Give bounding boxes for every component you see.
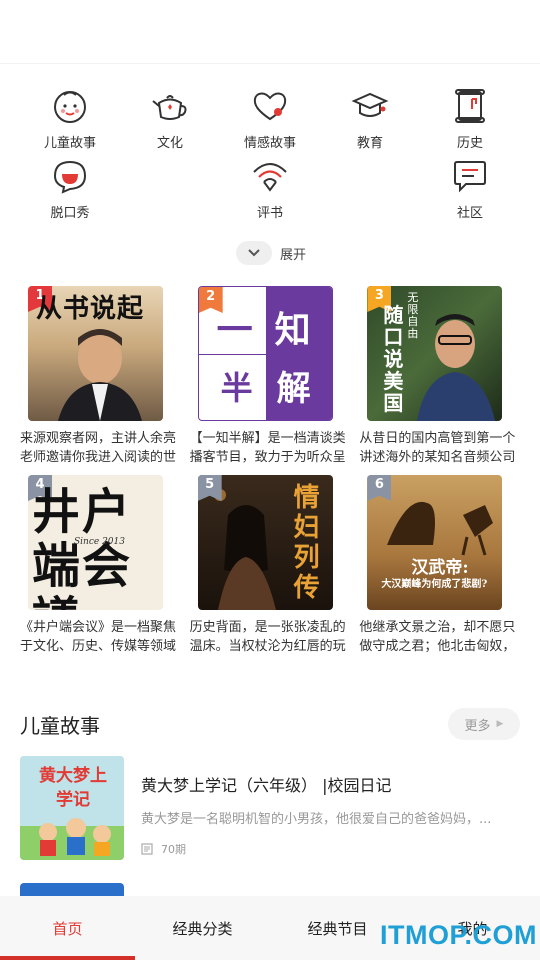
program-title: 黄大梦上学记（六年级） |校园日记: [141, 776, 392, 795]
chevron-right-icon: ▶: [496, 719, 504, 729]
category-label: 教育: [356, 136, 383, 151]
book-cover: 2 一 知 半 解: [197, 286, 333, 421]
category-talk-show[interactable]: 脱口秀: [20, 156, 120, 222]
fan-icon: [250, 156, 290, 196]
category-label: 文化: [156, 136, 183, 151]
category-community[interactable]: 社区: [420, 156, 520, 222]
scroll-icon: [450, 86, 490, 126]
cover-title: 情妇列传: [293, 483, 320, 603]
book-desc: 《井户端会议》是一档聚焦于文化、历史、传媒等领域的对谈型播: [20, 620, 177, 654]
graduation-cap-icon: [350, 86, 390, 126]
program-cover-title: 黄大梦上学记: [39, 766, 107, 810]
category-emotion-stories[interactable]: 情感故事: [220, 86, 320, 152]
book-desc: 从昔日的国内高管到第一个讲述海外的某知名音频公司平台头部主: [359, 431, 516, 465]
book-card[interactable]: 5 情妇列传 历史背面，是一张张凌乱的温床。当权杖沦为红唇的玩物，最冷酷的: [190, 475, 351, 656]
book-cover: 6 汉武帝: 大汉巅峰为何成了悲剧?: [367, 475, 503, 610]
book-desc: 来源观察者网，主讲人余亮老师邀请你我进入阅读的世界，书中自有: [20, 431, 177, 465]
ranking-grid: 1 从书说起 来源观察者网，主讲人余亮老师邀请你我进入阅读的世界，书中自有 2 …: [20, 286, 520, 656]
watermark: ITMOP.COM: [380, 920, 538, 950]
book-card[interactable]: 4 井户端会議 Since 2013 《井户端会议》是一档聚焦于文化、历史、传媒…: [20, 475, 181, 656]
book-cover: 5 情妇列传: [197, 475, 333, 610]
book-cover: 4 井户端会議 Since 2013: [28, 475, 163, 610]
category-storytelling[interactable]: 评书: [220, 156, 320, 222]
cover-title: 从书说起: [36, 294, 145, 324]
book-card[interactable]: 6 汉武帝: 大汉巅峰为何成了悲剧? 他继承文景之治，却不愿只做守成之君；他北击…: [359, 475, 520, 656]
book-desc: 他继承文景之治，却不愿只做守成之君；他北击匈奴，打通西域，让: [359, 620, 516, 654]
episode-list-icon: [141, 843, 153, 855]
heart-icon: [250, 86, 290, 126]
expand-label: 展开: [280, 247, 307, 263]
cover-char: 半: [220, 369, 253, 407]
category-label: 情感故事: [243, 136, 296, 151]
chat-icon: [450, 156, 490, 196]
program-item[interactable]: 黄大梦上学记 黄大梦上学记（六年级） |校园日记 黄大梦是一名聪明机智的小男孩，…: [20, 756, 520, 860]
section-header: 儿童故事 更多 ▶: [20, 708, 520, 740]
book-card[interactable]: 1 从书说起 来源观察者网，主讲人余亮老师邀请你我进入阅读的世界，书中自有: [20, 286, 181, 467]
cover-title: 井户端会議: [32, 484, 133, 610]
category-label: 社区: [456, 206, 483, 221]
category-label: 儿童故事: [43, 136, 96, 151]
mic-bubble-icon: [50, 156, 90, 196]
book-card[interactable]: 3 随口说美国 无限自由 从昔日的国内高管到第一个讲述海外的某知名音频公司平台头…: [359, 286, 520, 467]
category-label: 脱口秀: [50, 206, 90, 221]
teapot-icon: [150, 86, 190, 126]
category-children-stories[interactable]: 儿童故事: [20, 86, 120, 152]
more-button[interactable]: 更多 ▶: [448, 708, 520, 740]
child-face-icon: [50, 86, 90, 126]
program-desc: 黄大梦是一名聪明机智的小男孩，他很爱自己的爸爸妈妈，...: [141, 812, 492, 827]
cover-char: 知: [274, 309, 311, 351]
category-label: 历史: [456, 136, 483, 151]
cover-subtitle: Since 2013: [74, 537, 125, 547]
expand-toggle[interactable]: 展开: [236, 241, 306, 265]
book-desc: 历史背面，是一张张凌乱的温床。当权杖沦为红唇的玩物，最冷酷的: [189, 620, 346, 654]
tab-classic-categories[interactable]: 经典分类: [135, 896, 270, 960]
category-culture[interactable]: 文化: [120, 86, 220, 152]
top-bar: [0, 0, 540, 64]
category-history[interactable]: 历史: [420, 86, 520, 152]
program-cover: 黄大梦上学记: [20, 756, 124, 860]
category-label: 评书: [256, 206, 283, 221]
tab-home[interactable]: 首页: [0, 896, 135, 960]
category-education[interactable]: 教育: [320, 86, 420, 152]
book-desc: 【一知半解】是一档清谈类播客节目，致力于为听众呈现被忽略的冷: [189, 431, 346, 465]
section-title: 儿童故事: [20, 713, 100, 738]
episode-count: 70期: [161, 843, 186, 856]
category-grid: 儿童故事 文化 情感故事 教育 历史 脱口秀 评书 社区: [20, 86, 520, 222]
more-label: 更多: [464, 718, 491, 734]
book-cover: 3 随口说美国 无限自由: [367, 286, 503, 421]
book-cover: 1 从书说起: [28, 286, 163, 421]
cover-subtitle: 无限自由: [407, 291, 419, 340]
cover-char: 一: [216, 309, 253, 351]
book-card[interactable]: 2 一 知 半 解 【一知半解】是一档清谈类播客节目，致力于为听众呈现被忽略的冷: [190, 286, 351, 467]
cover-char: 解: [276, 369, 311, 409]
chevron-down-icon: [236, 241, 272, 265]
cover-subtitle: 大汉巅峰为何成了悲剧?: [381, 579, 488, 590]
